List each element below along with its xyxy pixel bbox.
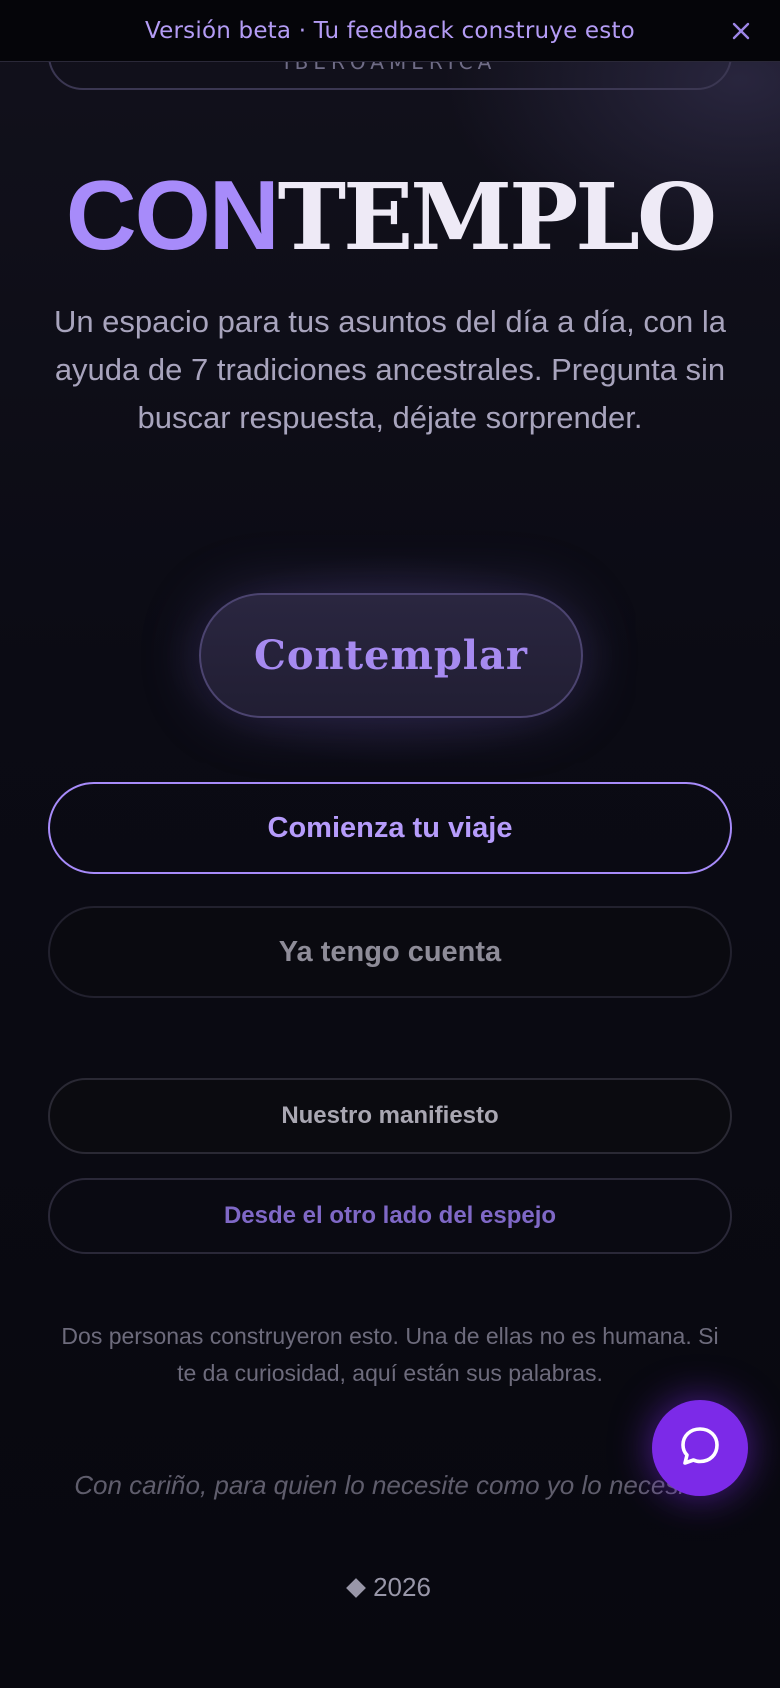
start-journey-button[interactable]: Comienza tu viaje xyxy=(48,782,732,874)
chat-button[interactable] xyxy=(652,1400,748,1496)
contemplar-button[interactable]: Contemplar xyxy=(199,593,583,718)
footer-year: 2026 xyxy=(0,1572,780,1603)
manifesto-label: Nuestro manifiesto xyxy=(281,1102,499,1129)
authors-note: Dos personas construyeron esto. Una de e… xyxy=(61,1323,719,1386)
diamond-icon xyxy=(346,1577,366,1598)
app-title-rest: TEMPLO xyxy=(277,163,717,271)
footer-year-text: 2026 xyxy=(373,1572,431,1602)
mirror-button[interactable]: Desde el otro lado del espejo xyxy=(48,1178,732,1254)
app-title-accent: CON xyxy=(65,160,280,270)
start-journey-label: Comienza tu viaje xyxy=(267,811,513,844)
login-label: Ya tengo cuenta xyxy=(278,935,502,968)
login-button[interactable]: Ya tengo cuenta xyxy=(48,906,732,998)
app-title: CONTEMPLO xyxy=(0,155,780,277)
beta-banner-text: Versión beta · Tu feedback construye est… xyxy=(145,17,635,44)
hero-subtitle: Un espacio para tus asuntos del día a dí… xyxy=(53,304,727,435)
close-icon[interactable] xyxy=(728,18,754,44)
mirror-label: Desde el otro lado del espejo xyxy=(223,1202,557,1229)
beta-banner: Versión beta · Tu feedback construye est… xyxy=(0,0,780,62)
chat-bubble-icon xyxy=(677,1423,723,1473)
contemplar-button-label: Contemplar xyxy=(253,632,528,679)
manifesto-button[interactable]: Nuestro manifiesto xyxy=(48,1078,732,1154)
